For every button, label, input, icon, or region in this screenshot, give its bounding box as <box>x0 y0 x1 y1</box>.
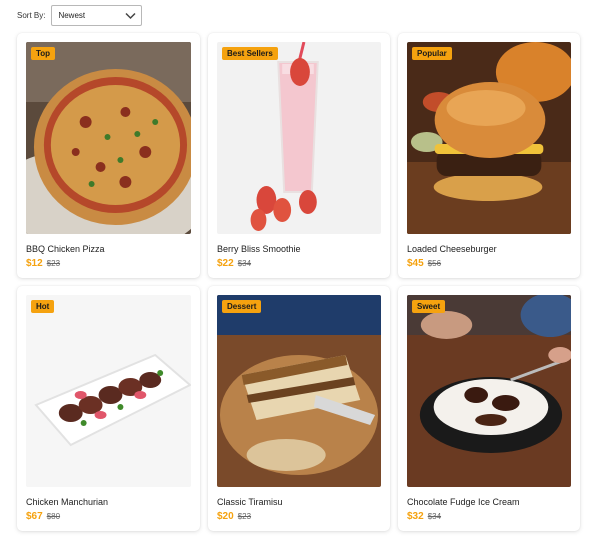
sort-selected-value: Newest <box>58 11 86 20</box>
product-image-tiramisu[interactable]: Dessert <box>217 295 381 487</box>
product-price: $32 <box>407 511 424 522</box>
product-name[interactable]: Chocolate Fudge Ice Cream <box>407 497 571 507</box>
product-badge: Sweet <box>412 300 446 313</box>
product-card[interactable]: Dessert Classic Tiramisu $20 $23 <box>208 286 390 531</box>
product-card[interactable]: Sweet Chocolate Fudge Ice Cream $32 $34 <box>398 286 580 531</box>
product-badge: Dessert <box>222 300 262 313</box>
product-image-ice-cream[interactable]: Sweet <box>407 295 571 487</box>
sort-bar: Sort By: Newest <box>17 5 143 26</box>
product-price: $67 <box>26 511 43 522</box>
product-name[interactable]: Loaded Cheeseburger <box>407 244 571 254</box>
price-row: $32 $34 <box>407 511 571 522</box>
product-image-smoothie[interactable]: Best Sellers <box>217 42 381 234</box>
product-old-price: $23 <box>237 512 252 521</box>
product-badge: Popular <box>412 47 452 60</box>
product-price: $20 <box>217 511 234 522</box>
product-old-price: $23 <box>46 259 61 268</box>
product-grid: Top BBQ Chicken Pizza $12 $23 Best Selle… <box>17 33 580 531</box>
product-name[interactable]: BBQ Chicken Pizza <box>26 244 191 254</box>
product-price: $45 <box>407 258 424 269</box>
product-old-price: $34 <box>237 259 252 268</box>
price-row: $20 $23 <box>217 511 381 522</box>
product-name[interactable]: Chicken Manchurian <box>26 497 191 507</box>
product-card[interactable]: Top BBQ Chicken Pizza $12 $23 <box>17 33 200 278</box>
product-old-price: $34 <box>427 512 442 521</box>
product-old-price: $56 <box>427 259 442 268</box>
chevron-down-icon <box>125 12 136 19</box>
product-name[interactable]: Berry Bliss Smoothie <box>217 244 381 254</box>
product-image-burger[interactable]: Popular <box>407 42 571 234</box>
product-name[interactable]: Classic Tiramisu <box>217 497 381 507</box>
product-price: $12 <box>26 258 43 269</box>
product-badge: Best Sellers <box>222 47 278 60</box>
price-row: $45 $56 <box>407 258 571 269</box>
product-card[interactable]: Popular Loaded Cheeseburger $45 $56 <box>398 33 580 278</box>
price-row: $12 $23 <box>26 258 191 269</box>
product-card[interactable]: Best Sellers Berry Bliss Smoothie $22 $3… <box>208 33 390 278</box>
sort-select[interactable]: Newest <box>51 5 143 26</box>
product-old-price: $80 <box>46 512 61 521</box>
price-row: $67 $80 <box>26 511 191 522</box>
product-card[interactable]: Hot Chicken Manchurian $67 $80 <box>17 286 200 531</box>
price-row: $22 $34 <box>217 258 381 269</box>
product-badge: Top <box>31 47 56 60</box>
product-image-pizza[interactable]: Top <box>26 42 191 234</box>
sort-label: Sort By: <box>17 11 46 20</box>
product-badge: Hot <box>31 300 55 313</box>
product-image-manchurian[interactable]: Hot <box>26 295 191 487</box>
product-price: $22 <box>217 258 234 269</box>
